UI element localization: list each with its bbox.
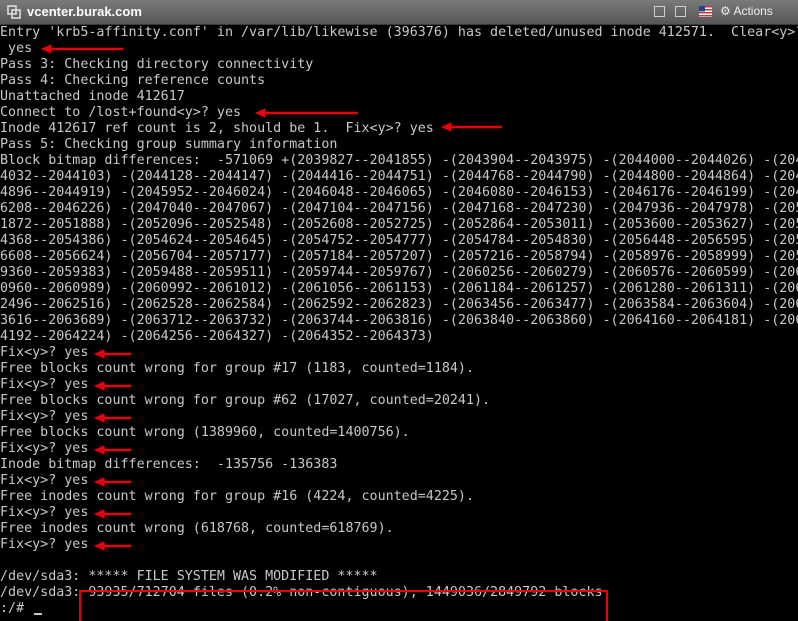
annotation-arrows [40,44,502,551]
vmware-logo-icon [7,5,21,19]
actions-menu[interactable]: ⚙ Actions [720,4,773,18]
us-flag-icon[interactable] [699,6,712,17]
actions-label: Actions [733,4,773,18]
keyboard-button[interactable] [675,6,686,17]
annotation-arrowhead [440,122,452,132]
fullscreen-button[interactable] [654,6,665,17]
gear-icon: ⚙ [720,4,731,18]
annotation-arrowhead [254,108,266,118]
annotation-arrowhead [93,477,105,487]
annotation-arrowhead [93,349,105,359]
annotation-arrowhead [40,44,52,54]
annotation-arrowhead [93,413,105,423]
window-titlebar: vcenter.burak.com ⚙ Actions [0,0,798,25]
window-title: vcenter.burak.com [27,4,142,19]
annotation-arrowhead [93,445,105,455]
annotation-arrowhead [93,381,105,391]
annotation-arrowhead [93,509,105,519]
annotation-arrowhead [93,541,105,551]
terminal-console[interactable]: Entry 'krb5-affinity.conf' in /var/lib/l… [0,25,798,621]
